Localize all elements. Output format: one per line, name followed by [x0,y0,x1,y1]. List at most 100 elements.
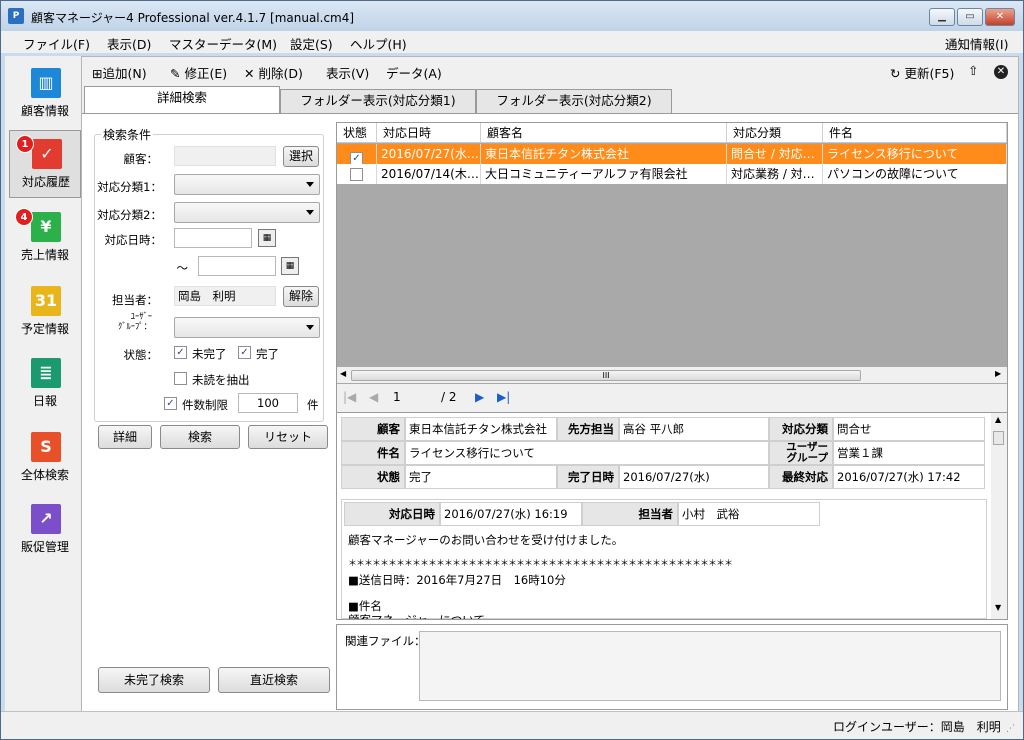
incomplete-search-button[interactable]: 未完了検索 [98,667,210,693]
sidebar-item-label: 全体検索 [20,468,69,482]
customer-select-button[interactable]: 選択 [283,146,319,167]
detail-customer: 東日本信託チタン株式会社 [405,417,557,441]
customer-field[interactable] [174,146,276,166]
related-files-list[interactable] [419,631,1001,701]
chevron-down-icon [306,325,314,330]
scroll-right-icon[interactable]: ▶ [995,369,1001,378]
table-row[interactable]: 2016/07/14(木… 大日コミュニティーアルファ有限会社 対応業務 / 対… [337,164,1007,184]
resize-grip-icon[interactable]: ⋰ [1006,724,1015,734]
sidebar-item-4[interactable]: ≣ 日報 [9,350,81,418]
status-bar: ログインユーザー：岡島 利明 ⋰ [1,711,1023,739]
date-from-field[interactable] [174,228,252,248]
refresh-button[interactable]: ↻ 更新(F5) [890,63,954,82]
staff-label: 担当者： [112,293,158,307]
sidebar-item-label: 売上情報 [20,248,69,262]
upload-icon[interactable]: ⇧ [968,63,978,78]
close-button[interactable]: ✕ [985,8,1015,26]
detail-subject: ライセンス移行について [405,441,769,465]
add-icon: ⊞ [92,66,103,81]
sidebar-item-6[interactable]: ↗ 販促管理 [9,496,81,564]
col-category[interactable]: 対応分類 [727,123,823,143]
sidebar-item-2[interactable]: ¥ 売上情報 4 [9,204,81,272]
last-page-icon[interactable]: ▶| [497,390,510,404]
detail-last: 2016/07/27(水) 17:42 [833,465,985,489]
detail-category: 問合せ [833,417,985,441]
tab-bar: 詳細検索 フォルダー表示(対応分類1) フォルダー表示(対応分類2) [82,86,1018,113]
view-menu-button[interactable]: 表示(V) [326,63,369,82]
complete-checkbox[interactable]: ✓ [238,346,251,359]
scroll-down-icon[interactable]: ▼ [995,603,1001,612]
first-page-icon[interactable]: |◀ [343,390,356,404]
menu-help[interactable]: ヘルプ(H) [350,34,407,53]
col-subject[interactable]: 件名 [823,123,1007,143]
menu-settings[interactable]: 設定(S) [290,34,333,53]
category1-select[interactable] [174,174,320,195]
horizontal-scrollbar[interactable]: ◀ III ▶ [337,367,1007,383]
col-customer[interactable]: 顧客名 [481,123,727,143]
toolbar: ⊞追加(N) ✎ 修正(E) ✕ 削除(D) 表示(V) データ(A) ↻ 更新… [82,57,1018,85]
menu-master-data[interactable]: マスターデータ(M) [169,34,277,53]
scroll-thumb[interactable]: III [351,370,861,381]
limit-checkbox[interactable]: ✓ [164,397,177,410]
incomplete-checkbox[interactable]: ✓ [174,346,187,359]
sidebar-item-1[interactable]: ✓ 対応履歴 1 [9,130,81,198]
reset-button[interactable]: リセット [248,425,328,449]
tab-folder-cat2[interactable]: フォルダー表示(対応分類2) [476,89,672,113]
close-panel-icon[interactable]: ✕ [994,65,1008,79]
staff-field[interactable]: 岡島 利明 [174,286,276,306]
tab-detail-search[interactable]: 詳細検索 [84,86,280,113]
vertical-scrollbar[interactable]: ▲ ▼ [991,413,1007,619]
memo-area: 対応日時 2016/07/27(水) 16:19 担当者 小村 武裕 顧客マネー… [341,499,987,619]
sidebar-item-3[interactable]: 31 予定情報 [9,278,81,346]
date-to-field[interactable] [198,256,276,276]
unread-checkbox[interactable] [174,372,187,385]
sidebar-item-0[interactable]: ▥ 顧客情報 [9,60,81,128]
add-button[interactable]: ⊞追加(N) [92,63,147,82]
scroll-thumb[interactable] [993,431,1004,445]
unread-label: 未読を抽出 [192,373,250,387]
detail-status: 完了 [405,465,557,489]
minimize-button[interactable]: ▁ [929,8,955,26]
current-page[interactable]: 1 [393,390,401,404]
pencil-icon: ✎ [170,66,185,81]
prev-page-icon[interactable]: ◀ [369,390,378,404]
app-icon: P [8,8,24,24]
table-row[interactable]: ✓ 2016/07/27(水… 東日本信託チタン株式会社 問合せ / 対応… ラ… [337,144,1007,164]
calendar-icon[interactable]: ▦ [281,257,299,275]
col-status[interactable]: 状態 [337,123,377,143]
delete-icon: ✕ [244,66,259,81]
memo-line: ■送信日時：2016年7月27日 16時10分 [348,573,566,587]
detail-group: 営業１課 [833,441,985,465]
scroll-up-icon[interactable]: ▲ [995,415,1001,424]
next-page-icon[interactable]: ▶ [475,390,484,404]
search-button[interactable]: 検索 [160,425,240,449]
maximize-button[interactable]: ▭ [957,8,983,26]
row-customer: 東日本信託チタン株式会社 [481,144,727,164]
menu-view[interactable]: 表示(D) [107,34,151,53]
delete-button[interactable]: ✕ 削除(D) [244,63,303,82]
tab-folder-cat1[interactable]: フォルダー表示(対応分類1) [280,89,476,113]
calendar-icon[interactable]: ▦ [258,229,276,247]
detail-contact: 高谷 平八郎 [619,417,769,441]
scroll-left-icon[interactable]: ◀ [340,369,346,378]
data-menu-button[interactable]: データ(A) [386,63,442,82]
user-group-select[interactable] [174,317,320,338]
staff-clear-button[interactable]: 解除 [283,286,319,307]
menu-notice[interactable]: 通知情報(I) [945,34,1008,53]
date-range-tilde: ～ [176,261,189,275]
category2-select[interactable] [174,202,320,223]
limit-unit: 件 [307,398,319,412]
menu-file[interactable]: ファイル(F) [23,34,90,53]
sidebar-item-5[interactable]: S 全体検索 [9,424,81,492]
recent-search-button[interactable]: 直近検索 [218,667,330,693]
sales-icon: ¥ [31,212,61,242]
row-checkbox[interactable]: ✓ [350,152,363,164]
col-date[interactable]: 対応日時 [377,123,481,143]
row-subject: ライセンス移行について [823,144,1007,164]
detail-button[interactable]: 詳細 [98,425,152,449]
calendar-icon: 31 [31,286,61,316]
row-checkbox[interactable] [350,168,363,181]
edit-button[interactable]: ✎ 修正(E) [170,63,227,82]
main-panel: ⊞追加(N) ✎ 修正(E) ✕ 削除(D) 表示(V) データ(A) ↻ 更新… [81,56,1019,711]
limit-input[interactable]: 100 [238,393,298,413]
